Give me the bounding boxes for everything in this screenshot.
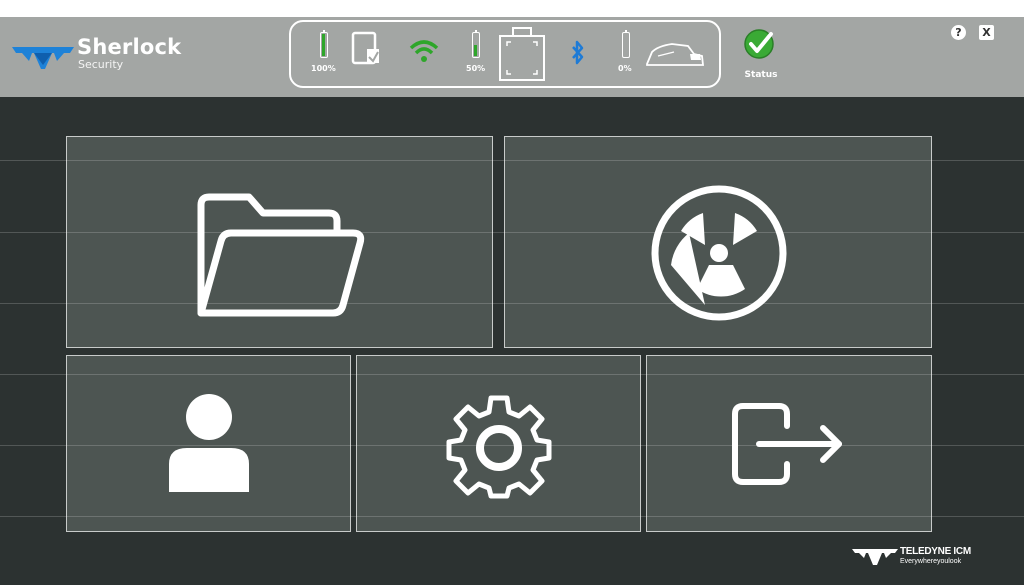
gear-icon: [446, 395, 552, 499]
user-tile[interactable]: [66, 355, 351, 532]
device-battery-icon: [320, 30, 328, 58]
wifi-icon: [409, 40, 439, 62]
footer-tagline: Everywhereyoulook: [900, 558, 962, 565]
files-tile[interactable]: [66, 136, 493, 348]
footer-brand: TELEDYNE ICM Everywhereyoulook: [852, 545, 1002, 573]
folder-icon: [197, 193, 365, 317]
vehicle-icon: [646, 43, 705, 66]
vehicle-battery-percent: 0%: [618, 64, 632, 73]
app-window: Sherlock Security 100% 50% 0% Status ? X…: [0, 0, 1024, 588]
status-label: Status: [744, 70, 778, 80]
teledyne-footer-logo-icon: [852, 549, 898, 565]
status-indicator[interactable]: Status: [741, 25, 781, 83]
app-subtitle: Security: [78, 58, 124, 71]
close-icon: X: [982, 26, 991, 39]
device-battery-percent: 100%: [311, 64, 336, 73]
teledyne-logo-icon: [12, 47, 74, 69]
bluetooth-icon: [572, 40, 584, 65]
close-button[interactable]: X: [979, 25, 994, 40]
main-menu: TELEDYNE ICM Everywhereyoulook: [0, 97, 1024, 585]
header-bar: Sherlock Security 100% 50% 0% Status ? X: [0, 17, 1024, 97]
help-button[interactable]: ?: [951, 25, 966, 40]
user-icon: [169, 394, 249, 492]
sensor-battery-percent: 50%: [466, 64, 486, 73]
sensor-battery-fill: [474, 45, 477, 56]
radiation-tile[interactable]: [504, 136, 932, 348]
sensor-battery-icon: [472, 30, 480, 58]
tablet-docked-icon: [351, 31, 379, 65]
brand: Sherlock Security: [12, 35, 182, 79]
app-name: Sherlock: [77, 35, 182, 59]
sensor-module-icon: [499, 27, 545, 81]
vehicle-battery-icon: [622, 30, 630, 58]
status-panel: 100% 50% 0%: [289, 20, 721, 88]
exit-tile[interactable]: [646, 355, 932, 532]
exit-icon: [732, 403, 842, 485]
radiation-icon: [651, 185, 787, 321]
help-icon: ?: [955, 26, 962, 39]
device-battery-fill: [322, 34, 325, 56]
footer-brand-name: TELEDYNE ICM: [900, 546, 971, 557]
settings-tile[interactable]: [356, 355, 641, 532]
status-check-icon: [744, 29, 774, 59]
